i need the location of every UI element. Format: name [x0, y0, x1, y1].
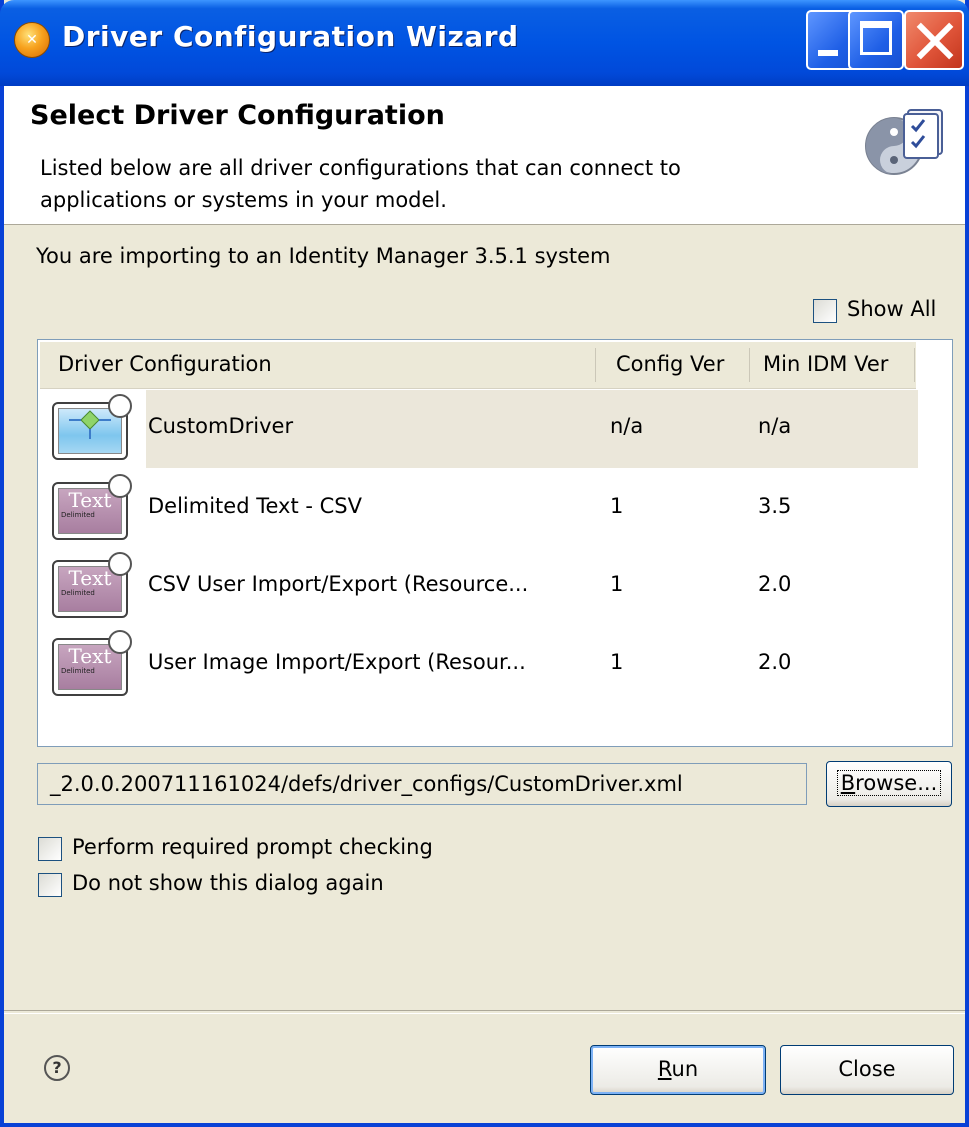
table-row[interactable]: Text Delimited User Image Import/Export (…: [40, 626, 916, 704]
custom-driver-icon: [50, 394, 132, 464]
do-not-show-checkbox[interactable]: [38, 873, 62, 897]
table-row[interactable]: Text Delimited Delimited Text - CSV 1 3.5: [40, 470, 916, 548]
config-path-field[interactable]: _2.0.0.200711161024/defs/driver_configs/…: [37, 763, 807, 805]
min-idm-ver: 2.0: [758, 572, 792, 596]
page-description: Listed below are all driver configuratio…: [40, 156, 681, 212]
title-bar[interactable]: ✕ Driver Configuration Wizard: [0, 0, 969, 86]
import-target-note: You are importing to an Identity Manager…: [36, 244, 611, 268]
driver-name: User Image Import/Export (Resour...: [148, 650, 526, 674]
wizard-header: Select Driver Configuration Listed below…: [4, 86, 965, 225]
table-row[interactable]: Text Delimited CSV User Import/Export (Re…: [40, 548, 916, 626]
column-divider[interactable]: [749, 348, 750, 382]
column-divider[interactable]: [595, 348, 596, 382]
table-header: Driver Configuration Config Ver Min IDM …: [40, 342, 916, 389]
close-window-button[interactable]: [904, 10, 964, 70]
text-driver-icon: Text Delimited: [50, 552, 132, 622]
driver-name: Delimited Text - CSV: [148, 494, 362, 518]
column-header-driver-configuration[interactable]: Driver Configuration: [58, 352, 272, 376]
show-all-checkbox[interactable]: [813, 299, 837, 323]
show-all-label[interactable]: Show All: [847, 297, 936, 321]
window-title: Driver Configuration Wizard: [62, 20, 519, 53]
driver-name: CSV User Import/Export (Resource...: [148, 572, 529, 596]
text-driver-icon: Text Delimited: [50, 474, 132, 544]
do-not-show-label[interactable]: Do not show this dialog again: [72, 871, 384, 895]
column-header-config-ver[interactable]: Config Ver: [616, 352, 724, 376]
config-ver: 1: [610, 572, 624, 596]
table-row[interactable]: CustomDriver n/a n/a: [40, 390, 918, 468]
min-idm-ver: 2.0: [758, 650, 792, 674]
min-idm-ver: 3.5: [758, 494, 792, 518]
app-icon: ✕: [14, 22, 50, 58]
column-divider[interactable]: [914, 348, 915, 382]
help-icon[interactable]: ?: [44, 1055, 70, 1081]
prompt-checking-label[interactable]: Perform required prompt checking: [72, 835, 433, 859]
min-idm-ver: n/a: [758, 414, 792, 438]
driver-config-table[interactable]: Driver Configuration Config Ver Min IDM …: [37, 339, 953, 747]
close-button[interactable]: Close: [780, 1045, 954, 1095]
maximize-button[interactable]: [848, 10, 904, 70]
text-driver-icon: Text Delimited: [50, 630, 132, 700]
browse-button[interactable]: Browse...: [826, 761, 952, 807]
run-button[interactable]: Run: [590, 1045, 766, 1095]
driver-name: CustomDriver: [148, 414, 294, 438]
config-ver: n/a: [610, 414, 644, 438]
page-title: Select Driver Configuration: [30, 100, 445, 131]
wizard-window: ✕ Driver Configuration Wizard Select Dri…: [0, 0, 969, 1127]
column-header-min-idm-ver[interactable]: Min IDM Ver: [763, 352, 888, 376]
config-ver: 1: [610, 494, 624, 518]
prompt-checking-checkbox[interactable]: [38, 837, 62, 861]
footer-divider: [4, 1010, 965, 1014]
config-ver: 1: [610, 650, 624, 674]
wizard-checklist-icon: [865, 109, 943, 175]
